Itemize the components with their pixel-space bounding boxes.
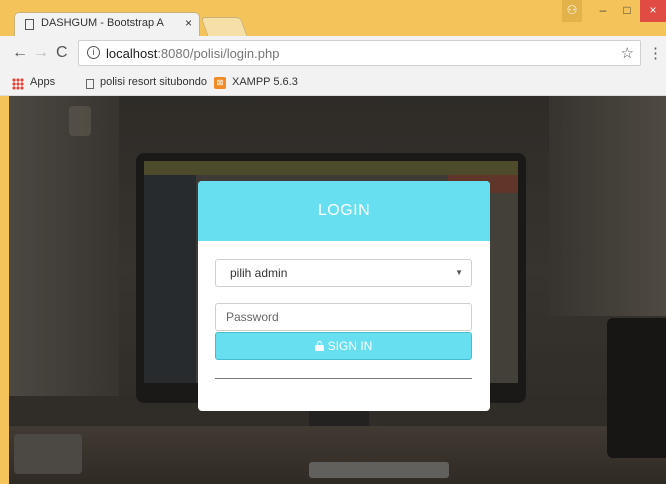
admin-select[interactable]: pilih admin ▼ [215, 259, 472, 287]
bookmark-polisi[interactable]: polisi resort situbondo [100, 76, 208, 88]
user-icon[interactable]: ⚇ [562, 0, 582, 22]
bookmark-star-icon[interactable]: ☆ [621, 44, 634, 62]
page-background: LOGIN pilih admin ▼ SIGN IN [9, 96, 666, 484]
admin-select-value: pilih admin [230, 266, 288, 280]
tab-close-icon[interactable]: × [185, 16, 192, 30]
tab-bar: DASHGUM - Bootstrap A × ⚇ – □ × [0, 0, 666, 36]
back-button[interactable]: ← [12, 44, 28, 62]
browser-tab[interactable]: DASHGUM - Bootstrap A × [14, 12, 200, 36]
minimize-button[interactable]: – [592, 0, 614, 22]
url-path: :8080/polisi/login.php [157, 46, 280, 61]
info-icon[interactable]: i [87, 46, 100, 59]
browser-toolbar: ← → C i localhost:8080/polisi/login.php … [0, 36, 666, 72]
xampp-icon: ⊠ [214, 77, 226, 89]
apps-icon[interactable] [12, 78, 24, 90]
tab-title: DASHGUM - Bootstrap A [41, 17, 164, 29]
bookmark-apps[interactable]: Apps [30, 76, 55, 88]
url-host: localhost [106, 46, 158, 61]
login-title: LOGIN [317, 202, 371, 219]
reload-button[interactable]: C [56, 44, 68, 62]
url-text[interactable]: localhost:8080/polisi/login.php [106, 46, 279, 61]
bookmark-xampp[interactable]: XAMPP 5.6.3 [232, 76, 298, 88]
sign-in-label: SIGN IN [327, 339, 373, 353]
divider [215, 378, 472, 379]
new-tab-button[interactable] [200, 17, 248, 36]
address-bar[interactable]: i localhost:8080/polisi/login.php ☆ [78, 40, 641, 66]
menu-icon[interactable]: ⋮ [648, 44, 663, 62]
close-window-button[interactable]: × [640, 0, 666, 22]
login-header: LOGIN [198, 181, 490, 241]
forward-button[interactable]: → [33, 44, 49, 62]
password-field[interactable] [215, 303, 472, 331]
chevron-down-icon: ▼ [455, 268, 463, 277]
sign-in-button[interactable]: SIGN IN [215, 332, 472, 360]
page-icon [25, 19, 34, 30]
page-icon [86, 79, 94, 89]
maximize-button[interactable]: □ [616, 0, 638, 22]
bookmarks-bar: Apps polisi resort situbondo ⊠ XAMPP 5.6… [0, 72, 666, 96]
login-form: LOGIN pilih admin ▼ SIGN IN [198, 181, 490, 411]
lock-icon [314, 341, 324, 351]
browser-chrome: DASHGUM - Bootstrap A × ⚇ – □ × ← → C i … [0, 0, 666, 96]
